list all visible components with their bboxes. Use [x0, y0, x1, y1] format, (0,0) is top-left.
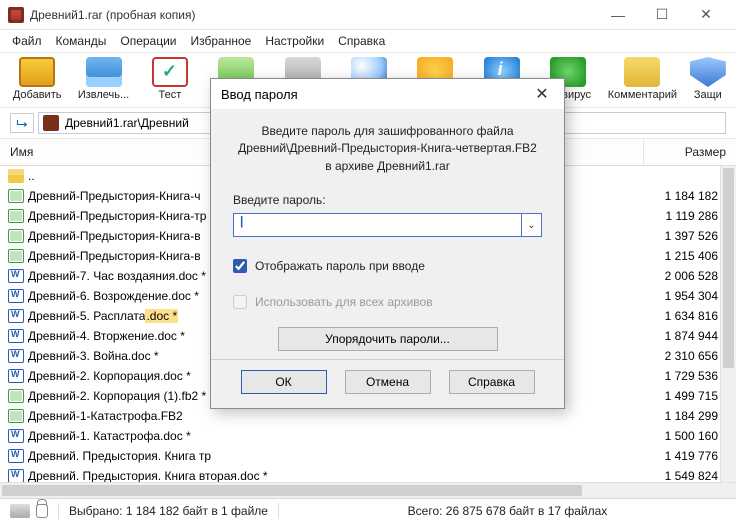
password-label: Введите пароль:	[233, 193, 542, 207]
file-name: Древний. Предыстория. Книга вторая.doc *	[28, 469, 644, 482]
archive-icon	[43, 115, 59, 131]
tb-protect[interactable]: Защи	[690, 57, 726, 101]
menu-operations[interactable]: Операции	[120, 34, 176, 48]
scrollbar-horizontal[interactable]	[0, 482, 736, 498]
doc-icon	[8, 469, 24, 482]
window-title: Древний1.rar (пробная копия)	[30, 8, 196, 22]
file-row[interactable]: Древний-1. Катастрофа.doc *1 500 160	[0, 426, 736, 446]
use-for-all-checkbox: Использовать для всех архивов	[233, 295, 542, 309]
test-icon	[152, 57, 188, 87]
comment-icon	[624, 57, 660, 87]
doc-icon	[8, 429, 24, 443]
status-selected: Выбрано: 1 184 182 байт в 1 файле	[59, 504, 278, 518]
password-dropdown[interactable]: ⌄	[522, 213, 542, 237]
show-password-checkbox[interactable]: Отображать пароль при вводе	[233, 259, 542, 273]
close-button[interactable]: ✕	[684, 1, 728, 29]
tb-comment[interactable]: Комментарий	[607, 57, 678, 101]
add-icon	[19, 57, 55, 87]
minimize-button[interactable]: —	[596, 1, 640, 29]
disk-icon	[10, 504, 30, 518]
col-size[interactable]: Размер	[644, 139, 736, 165]
fb2-icon	[8, 229, 24, 243]
maximize-button[interactable]: ☐	[640, 1, 684, 29]
doc-icon	[8, 349, 24, 363]
statusbar: Выбрано: 1 184 182 байт в 1 файле Всего:…	[0, 498, 736, 522]
help-button[interactable]: Справка	[449, 370, 535, 394]
fb2-icon	[8, 409, 24, 423]
file-row[interactable]: Древний. Предыстория. Книга вторая.doc *…	[0, 466, 736, 482]
doc-icon	[8, 269, 24, 283]
doc-icon	[8, 329, 24, 343]
file-name: Древний-1-Катастрофа.FB2	[28, 409, 644, 423]
path-value: Древний1.rar\Древний	[65, 116, 189, 130]
titlebar: Древний1.rar (пробная копия) — ☐ ✕	[0, 0, 736, 30]
password-input[interactable]: |	[233, 213, 522, 237]
scrollbar-thumb[interactable]	[723, 168, 734, 368]
extract-icon	[86, 57, 122, 87]
fb2-icon	[8, 209, 24, 223]
lock-icon	[36, 504, 48, 518]
use-for-all-input	[233, 295, 247, 309]
fb2-icon	[8, 189, 24, 203]
tb-test[interactable]: Тест	[143, 57, 197, 101]
scrollbar-vertical[interactable]	[720, 166, 736, 482]
doc-icon	[8, 369, 24, 383]
dialog-message: Введите пароль для зашифрованного файла …	[233, 123, 542, 175]
ok-button[interactable]: ОК	[241, 370, 327, 394]
menu-settings[interactable]: Настройки	[265, 34, 324, 48]
status-total: Всего: 26 875 678 байт в 17 файлах	[279, 504, 736, 518]
menu-file[interactable]: Файл	[12, 34, 42, 48]
protect-icon	[690, 57, 726, 87]
menu-favorites[interactable]: Избранное	[191, 34, 252, 48]
dialog-title: Ввод пароля	[221, 87, 298, 102]
file-row[interactable]: Древний. Предыстория. Книга тр1 419 776	[0, 446, 736, 466]
fb2-icon	[8, 389, 24, 403]
folder-icon	[8, 169, 24, 183]
password-dialog: Ввод пароля ✕ Введите пароль для зашифро…	[210, 78, 565, 409]
menu-commands[interactable]: Команды	[56, 34, 107, 48]
menubar: Файл Команды Операции Избранное Настройк…	[0, 30, 736, 52]
file-name: Древний. Предыстория. Книга тр	[28, 449, 644, 463]
doc-icon	[8, 309, 24, 323]
organize-passwords-button[interactable]: Упорядочить пароли...	[278, 327, 498, 351]
up-button[interactable]: ⮡	[10, 113, 34, 133]
dialog-titlebar: Ввод пароля ✕	[211, 79, 564, 109]
menu-help[interactable]: Справка	[338, 34, 385, 48]
doc-icon	[8, 449, 24, 463]
tb-extract[interactable]: Извлечь...	[76, 57, 130, 101]
show-password-input[interactable]	[233, 259, 247, 273]
app-icon	[8, 7, 24, 23]
file-name: Древний-1. Катастрофа.doc *	[28, 429, 644, 443]
cancel-button[interactable]: Отмена	[345, 370, 431, 394]
dialog-close-button[interactable]: ✕	[530, 84, 554, 104]
fb2-icon	[8, 249, 24, 263]
doc-icon	[8, 289, 24, 303]
scrollbar-thumb[interactable]	[2, 485, 582, 496]
tb-add[interactable]: Добавить	[10, 57, 64, 101]
